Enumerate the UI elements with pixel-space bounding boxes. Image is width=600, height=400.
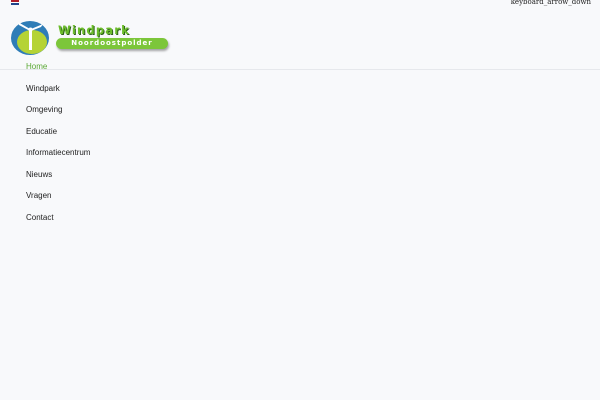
top-bar: keyboard_arrow_down [0,0,600,12]
keyboard-arrow-down-icon[interactable]: keyboard_arrow_down [511,0,591,6]
nav-item-educatie[interactable]: Educatie [26,127,57,136]
windpark-logo[interactable]: Windpark Noordoostpolder [10,18,175,60]
dutch-flag-icon[interactable] [11,0,19,6]
windmill-logo-icon [11,21,49,55]
nav-item-informatiecentrum[interactable]: Informatiecentrum [26,148,90,157]
nav-item-home[interactable]: Home [26,62,47,71]
nav-item-contact[interactable]: Contact [26,213,54,222]
logo-subtitle: Noordoostpolder [56,38,168,49]
nav-item-nieuws[interactable]: Nieuws [26,170,52,179]
nav-item-vragen[interactable]: Vragen [26,191,52,200]
nav-item-windpark[interactable]: Windpark [26,84,60,93]
nav-item-omgeving[interactable]: Omgeving [26,105,62,114]
logo-title: Windpark [58,23,130,37]
site-header: Windpark Noordoostpolder [0,12,600,70]
